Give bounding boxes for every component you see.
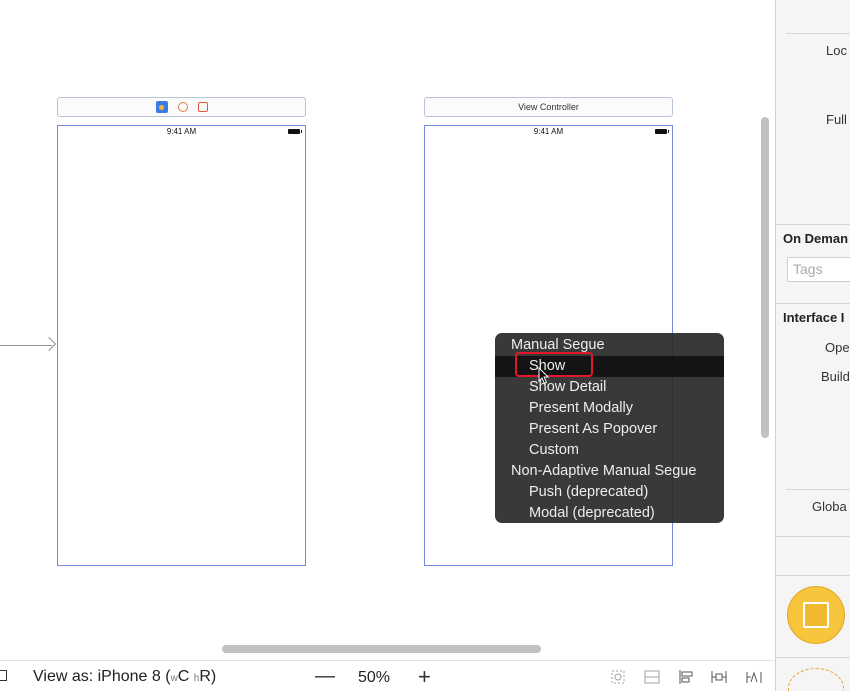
- scene2-dock[interactable]: View Controller: [424, 97, 673, 117]
- width-class: C: [177, 668, 194, 685]
- opens-label: Ope: [825, 340, 850, 355]
- height-class: R: [199, 668, 211, 685]
- highlight-box: [515, 352, 593, 377]
- menu-header-non-adaptive: Non-Adaptive Manual Segue: [511, 463, 697, 479]
- storyboard-canvas[interactable]: 9:41 AM View Controller 9:41 AM: [0, 0, 757, 637]
- full-label: Full: [826, 112, 847, 127]
- builds-label: Build: [821, 369, 850, 384]
- divider: [776, 224, 850, 225]
- localization-label: Loc: [826, 43, 847, 58]
- library-divider: [776, 657, 850, 658]
- battery-icon: [288, 129, 302, 134]
- zoom-in-button[interactable]: +: [418, 664, 431, 690]
- tags-input[interactable]: Tags: [787, 257, 850, 282]
- view-as-suffix: ): [210, 668, 217, 685]
- battery-icon: [655, 129, 669, 134]
- menu-item-show-detail[interactable]: Show Detail: [495, 377, 724, 398]
- library-divider: [776, 575, 850, 576]
- scene1-dock[interactable]: [57, 97, 306, 117]
- inspector-panel: Loc Full On Deman Tags Interface I Ope B…: [776, 0, 850, 691]
- divider: [786, 33, 850, 34]
- on-demand-header: On Deman: [783, 231, 849, 246]
- status-time: 9:41 AM: [533, 127, 564, 136]
- exit-icon[interactable]: [197, 102, 208, 112]
- scene1-view[interactable]: 9:41 AM: [57, 125, 306, 566]
- global-label: Globa: [812, 499, 847, 514]
- view-controller-library-icon[interactable]: [787, 586, 845, 644]
- interface-builder-header: Interface I: [783, 310, 845, 325]
- scene-title: View Controller: [518, 102, 579, 112]
- zoom-out-button[interactable]: —: [315, 665, 335, 688]
- resolve-auto-layout-icon[interactable]: [745, 669, 763, 685]
- initial-view-controller-arrow[interactable]: [0, 345, 52, 346]
- menu-item-present-as-popover[interactable]: Present As Popover: [495, 419, 724, 440]
- status-bar: 9:41 AM: [425, 126, 672, 138]
- view-as-button[interactable]: View as: iPhone 8 (wC hR): [33, 668, 216, 686]
- horizontal-scrollbar[interactable]: [222, 645, 541, 653]
- status-bar: 9:41 AM: [58, 126, 305, 138]
- menu-item-modal-deprecated[interactable]: Modal (deprecated): [495, 503, 724, 524]
- first-responder-icon[interactable]: [177, 102, 188, 112]
- menu-item-custom[interactable]: Custom: [495, 440, 724, 461]
- menu-item-push-deprecated[interactable]: Push (deprecated): [495, 482, 724, 503]
- divider: [786, 489, 850, 490]
- storyboard-reference-library-icon[interactable]: [788, 668, 844, 691]
- view-controller-icon[interactable]: [155, 101, 168, 113]
- vertical-scrollbar[interactable]: [761, 117, 769, 438]
- menu-item-present-modally[interactable]: Present Modally: [495, 398, 724, 419]
- document-outline-toggle-icon[interactable]: [0, 670, 7, 681]
- update-frames-icon[interactable]: [609, 669, 627, 685]
- add-constraints-icon[interactable]: [710, 669, 728, 685]
- divider: [776, 536, 850, 537]
- zoom-level: 50%: [358, 669, 391, 686]
- bottom-toolbar: View as: iPhone 8 (wC hR) — 50% +: [0, 660, 775, 691]
- embed-in-stack-icon[interactable]: [643, 669, 661, 685]
- divider: [776, 303, 850, 304]
- align-icon[interactable]: [677, 669, 695, 685]
- width-class-letter: w: [170, 673, 178, 684]
- status-time: 9:41 AM: [166, 127, 197, 136]
- view-as-label: View as: iPhone 8 (: [33, 668, 171, 685]
